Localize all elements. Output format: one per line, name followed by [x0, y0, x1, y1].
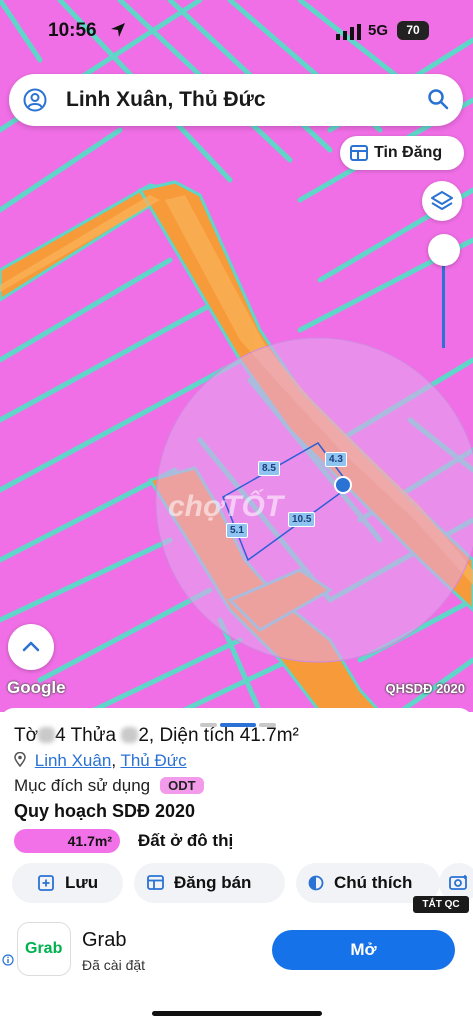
layers-icon [431, 191, 453, 210]
battery-indicator: 70 [397, 21, 429, 40]
search-icon[interactable] [427, 88, 449, 110]
plot-suffix: 2, Diện tích 41.7m² [138, 725, 299, 746]
dimension-label-right: 4.3 [325, 452, 347, 467]
save-icon [38, 875, 54, 891]
pin-icon [14, 751, 26, 768]
save-label: Lưu [65, 873, 99, 892]
expand-up-button[interactable] [8, 624, 54, 670]
ad-banner[interactable]: Grab Grab Đã cài đặt Mở [0, 916, 473, 988]
listing-icon [350, 145, 368, 161]
chevron-up-icon [22, 641, 40, 652]
dimension-label-bottom: 10.5 [288, 512, 316, 527]
tin-dang-button[interactable]: Tin Đăng [340, 136, 464, 170]
map-view[interactable]: 8.5 4.3 10.5 5.1 chợTỐT 10:56 5G 70 Linh… [0, 0, 473, 712]
redacted-plot-number [121, 727, 139, 743]
action-bar: Lưu Đăng bán Chú thích [12, 863, 473, 903]
area-value-chip: 41.7m² [14, 829, 120, 853]
plan-title: Quy hoạch SDĐ 2020 [14, 801, 196, 821]
post-for-sale-button[interactable]: Đăng bán [134, 863, 285, 903]
grab-app-logo: Grab [17, 922, 71, 976]
redacted-sheet-number [38, 727, 56, 743]
camera-icon [449, 875, 467, 890]
dimension-label-left: 5.1 [226, 523, 248, 538]
network-type: 5G [368, 22, 389, 39]
hide-ads-button[interactable]: TẮT QC [413, 896, 469, 913]
ward-link[interactable]: Linh Xuân [35, 751, 112, 770]
watermark: chợTỐT [168, 490, 284, 523]
purpose-code-badge: ODT [160, 777, 204, 794]
half-circle-icon [308, 875, 324, 891]
post-for-sale-label: Đăng bán [174, 873, 252, 892]
signal-icon [336, 24, 361, 40]
parcel-title: Tờ 4 Thửa 2, Diện tích 41.7m² [14, 725, 299, 747]
dimension-label-top: 8.5 [258, 461, 280, 476]
search-bar[interactable]: Linh Xuân, Thủ Đức [9, 74, 463, 126]
opacity-slider-thumb[interactable] [428, 234, 460, 266]
ad-app-name: Grab [82, 929, 127, 951]
status-time: 10:56 [48, 20, 97, 41]
location-arrow-icon [111, 23, 125, 37]
user-icon[interactable] [23, 88, 47, 112]
legend-label: Chú thích [334, 873, 413, 892]
tin-dang-label: Tin Đăng [374, 144, 443, 161]
search-query[interactable]: Linh Xuân, Thủ Đức [66, 88, 266, 112]
sheet-suffix: 4 Thửa [55, 725, 117, 746]
google-logo: Google [7, 678, 66, 697]
area-land-type: Đất ở đô thị [138, 831, 234, 850]
map-layer-label: QHSDĐ 2020 [385, 681, 465, 696]
open-app-button[interactable]: Mở [272, 930, 455, 970]
sheet-prefix: Tờ [14, 725, 39, 746]
layers-button[interactable] [422, 181, 462, 221]
area-row: 41.7m² Đất ở đô thị [14, 829, 233, 853]
listing-icon [147, 875, 164, 890]
address-separator: , [111, 751, 117, 770]
purpose-label: Mục đích sử dụng [14, 776, 151, 795]
parcel-address: Linh Xuân, Thủ Đức [14, 751, 187, 771]
status-bar: 10:56 5G 70 [0, 0, 473, 64]
ad-app-status: Đã cài đặt [82, 957, 146, 973]
land-use-purpose: Mục đích sử dụng ODT [14, 776, 204, 796]
home-indicator[interactable] [152, 1011, 322, 1016]
parcel-info-panel: Tờ 4 Thửa 2, Diện tích 41.7m² Linh Xuân, … [0, 708, 473, 918]
info-icon[interactable] [2, 954, 14, 966]
save-button[interactable]: Lưu [12, 863, 123, 903]
district-link[interactable]: Thủ Đức [120, 751, 186, 770]
bottom-safe-area [0, 988, 473, 1024]
